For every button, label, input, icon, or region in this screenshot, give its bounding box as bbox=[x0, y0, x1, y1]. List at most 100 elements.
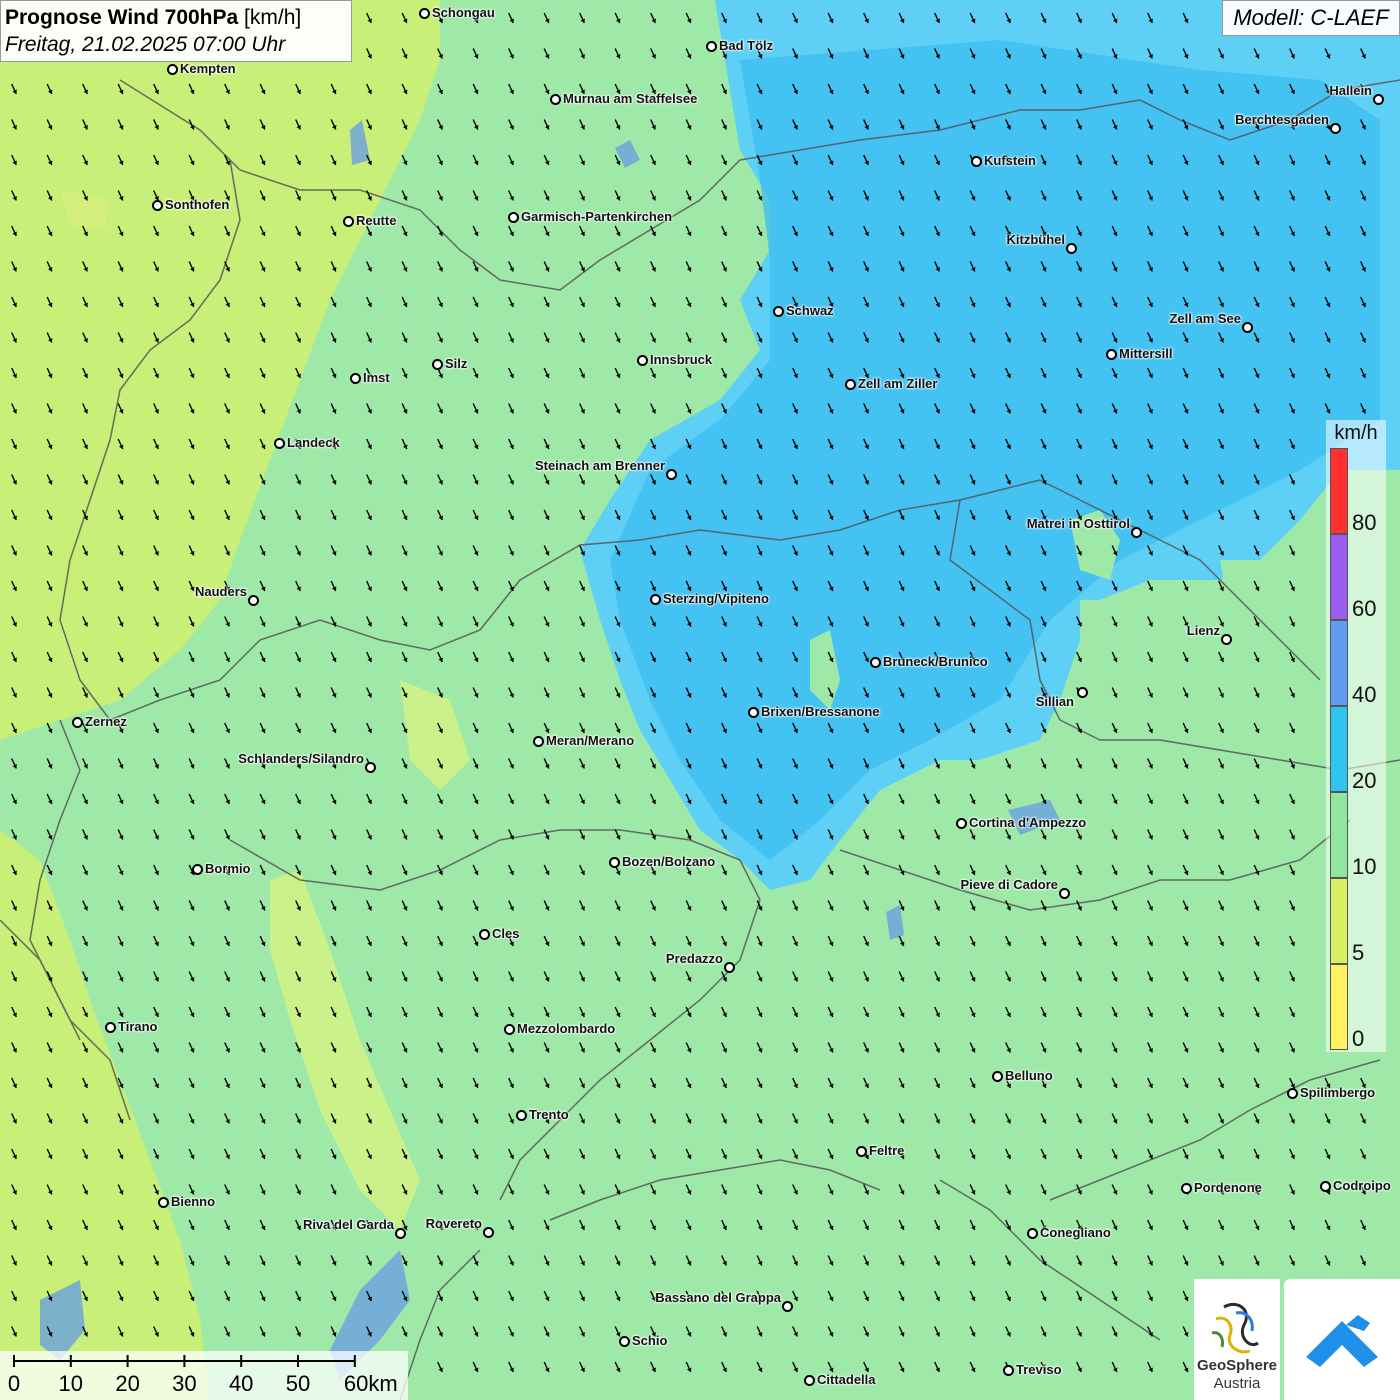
city-marker bbox=[1330, 123, 1341, 134]
city-marker bbox=[167, 64, 178, 75]
scale-tick-label: 40 bbox=[228, 1371, 254, 1396]
city-label: Cortina d'Ampezzo bbox=[969, 815, 1087, 830]
city-marker bbox=[516, 1110, 527, 1121]
city-label: Cles bbox=[492, 926, 520, 941]
city-marker bbox=[152, 200, 163, 211]
city-marker bbox=[845, 379, 856, 390]
legend-color-segment bbox=[1330, 878, 1348, 964]
city-label: Hallein bbox=[1329, 83, 1372, 98]
city-marker bbox=[782, 1301, 793, 1312]
city-label: Spilimbergo bbox=[1300, 1085, 1376, 1100]
city-marker bbox=[1131, 527, 1142, 538]
city-marker bbox=[1059, 888, 1070, 899]
city-marker bbox=[1066, 243, 1077, 254]
city-label: Schio bbox=[632, 1333, 668, 1348]
city-marker bbox=[419, 8, 430, 19]
app-logo[interactable] bbox=[1284, 1279, 1400, 1400]
legend-color-segment bbox=[1330, 706, 1348, 792]
city-marker bbox=[1221, 634, 1232, 645]
city-marker bbox=[192, 864, 203, 875]
city-marker bbox=[1287, 1088, 1298, 1099]
city-label: Reutte bbox=[356, 213, 397, 228]
legend-color-segment bbox=[1330, 964, 1348, 1050]
city-label: Murnau am Staffelsee bbox=[563, 91, 698, 106]
legend-tick-label: 20 bbox=[1352, 768, 1377, 793]
city-marker bbox=[432, 359, 443, 370]
city-label: Garmisch-Partenkirchen bbox=[521, 209, 673, 224]
legend-unit: km/h bbox=[1334, 422, 1378, 444]
city-label: Schlanders/Silandro bbox=[238, 751, 364, 766]
city-marker bbox=[550, 94, 561, 105]
scale-tick-label: 50 bbox=[285, 1371, 311, 1396]
city-label: Schwaz bbox=[786, 303, 834, 318]
city-marker bbox=[533, 736, 544, 747]
city-label: Zell am Ziller bbox=[858, 376, 938, 391]
legend-tick-label: 0 bbox=[1352, 1026, 1365, 1051]
scale-tick-label: 30 bbox=[172, 1371, 197, 1396]
city-label: Rovereto bbox=[425, 1216, 482, 1231]
city-marker bbox=[619, 1336, 630, 1347]
model-label: Modell: C-LAEF bbox=[1222, 0, 1400, 36]
city-label: Sonthofen bbox=[165, 197, 230, 212]
city-marker bbox=[956, 818, 967, 829]
geosphere-line1: GeoSphere bbox=[1196, 1357, 1278, 1374]
scale-tick-label: 60km bbox=[343, 1371, 398, 1396]
city-marker bbox=[1181, 1183, 1192, 1194]
city-label: Kufstein bbox=[984, 153, 1036, 168]
city-marker bbox=[1077, 687, 1088, 698]
city-marker bbox=[609, 857, 620, 868]
city-marker bbox=[804, 1375, 815, 1386]
city-marker bbox=[748, 707, 759, 718]
city-marker bbox=[1242, 322, 1253, 333]
geosphere-logo[interactable]: GeoSphere Austria bbox=[1194, 1279, 1280, 1400]
city-marker bbox=[1320, 1181, 1331, 1192]
city-label: Predazzo bbox=[665, 951, 723, 966]
city-label: Codroipo bbox=[1333, 1178, 1391, 1193]
app-mountain-icon bbox=[1306, 1315, 1378, 1367]
city-marker bbox=[479, 929, 490, 940]
city-marker bbox=[483, 1227, 494, 1238]
geosphere-line2: Austria bbox=[1213, 1375, 1261, 1392]
city-marker bbox=[856, 1146, 867, 1157]
city-marker bbox=[105, 1022, 116, 1033]
legend-tick-label: 10 bbox=[1352, 854, 1377, 879]
city-marker bbox=[1106, 349, 1117, 360]
city-label: Matrei in Osttirol bbox=[1026, 516, 1130, 531]
city-marker bbox=[971, 156, 982, 167]
city-label: Belluno bbox=[1005, 1068, 1053, 1083]
city-label: Sillian bbox=[1035, 694, 1074, 709]
city-label: Bienno bbox=[171, 1194, 216, 1209]
city-label: Silz bbox=[445, 356, 468, 371]
city-marker bbox=[992, 1071, 1003, 1082]
city-label: Nauders bbox=[194, 584, 247, 599]
city-marker bbox=[343, 216, 354, 227]
city-label: Brixen/Bressanone bbox=[761, 704, 880, 719]
city-marker bbox=[395, 1228, 406, 1239]
scale-tick-label: 10 bbox=[58, 1371, 84, 1396]
city-marker bbox=[724, 962, 735, 973]
city-label: Imst bbox=[363, 370, 390, 385]
city-marker bbox=[666, 469, 677, 480]
city-marker bbox=[350, 373, 361, 384]
city-marker bbox=[158, 1197, 169, 1208]
city-label: Kitzbühel bbox=[1006, 232, 1066, 247]
city-label: Steinach am Brenner bbox=[534, 458, 665, 473]
title-line: Prognose Wind 700hPa [km/h] bbox=[5, 4, 347, 31]
city-marker bbox=[650, 594, 661, 605]
city-marker bbox=[1027, 1228, 1038, 1239]
legend-tick-label: 80 bbox=[1352, 510, 1377, 535]
city-marker bbox=[870, 657, 881, 668]
city-label: Trento bbox=[529, 1107, 569, 1122]
scale-bar: 0 10 20 30 40 50 60km bbox=[0, 1351, 408, 1400]
city-marker bbox=[248, 595, 259, 606]
city-marker bbox=[508, 212, 519, 223]
city-label: Bassano del Grappa bbox=[655, 1290, 781, 1305]
legend-color-segment bbox=[1330, 534, 1348, 620]
city-label: Pordenone bbox=[1194, 1180, 1262, 1195]
city-label: Treviso bbox=[1016, 1362, 1062, 1377]
title-unit: [km/h] bbox=[244, 6, 302, 29]
weather-map[interactable]: Prognose Wind 700hPa [km/h] Freitag, 21.… bbox=[0, 0, 1400, 1400]
city-label: Bormio bbox=[205, 861, 251, 876]
city-marker bbox=[637, 355, 648, 366]
city-label: Meran/Merano bbox=[546, 733, 635, 748]
